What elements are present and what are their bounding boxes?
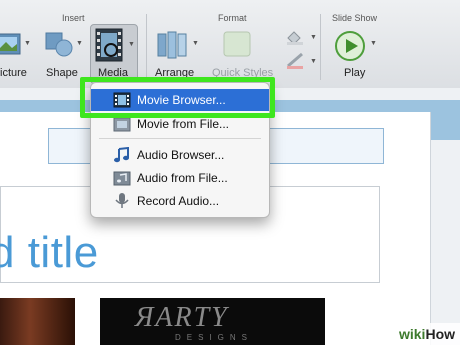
menu-item-audio-from-file[interactable]: Audio from File...	[91, 167, 269, 189]
chevron-down-icon[interactable]: ▼	[370, 40, 377, 47]
music-note-icon	[113, 146, 131, 163]
group-divider	[146, 14, 147, 80]
group-label-slide-show: Slide Show	[332, 13, 378, 23]
chevron-down-icon: ▼	[128, 41, 135, 48]
chevron-down-icon[interactable]: ▼	[310, 34, 317, 41]
chevron-down-icon[interactable]: ▼	[310, 58, 317, 65]
group-divider	[320, 14, 321, 80]
play-button[interactable]	[334, 30, 366, 62]
highlight-annotation	[80, 77, 275, 118]
shape-label: Shape	[46, 67, 78, 79]
movie-file-icon	[113, 116, 131, 132]
media-film-icon	[95, 28, 123, 62]
menu-item-record-audio[interactable]: Record Audio...	[91, 190, 269, 212]
picture-icon	[0, 33, 21, 55]
paint-bucket-icon	[287, 31, 303, 45]
chevron-down-icon[interactable]: ▼	[192, 40, 199, 47]
menu-item-label: Record Audio...	[137, 194, 220, 208]
arrange-icon	[157, 31, 187, 59]
logo-subtext: DESIGNS	[175, 333, 254, 342]
arrange-button[interactable]	[156, 30, 192, 60]
menu-item-label: Audio Browser...	[137, 148, 225, 162]
quick-styles-icon	[223, 31, 251, 57]
pen-icon	[287, 52, 303, 69]
picture-label: icture	[0, 67, 27, 79]
watermark-how: How	[425, 326, 456, 342]
shape-icon	[45, 32, 73, 57]
quick-styles-button[interactable]	[220, 28, 260, 60]
audio-file-icon	[113, 170, 131, 186]
microphone-icon	[113, 193, 131, 209]
fill-color-button[interactable]	[284, 28, 312, 46]
group-label-insert: Insert	[62, 13, 85, 23]
chevron-down-icon[interactable]: ▼	[24, 40, 31, 47]
play-icon	[335, 31, 365, 61]
group-label-format: Format	[218, 13, 247, 23]
slide-photo[interactable]	[0, 298, 75, 345]
menu-item-label: Movie from File...	[137, 117, 230, 131]
wikihow-watermark: wiki How	[394, 323, 460, 345]
line-color-button[interactable]	[284, 52, 312, 70]
ribbon-toolbar: Insert Format Slide Show ▼ icture ▼ Shap…	[0, 0, 460, 89]
menu-separator	[99, 138, 261, 139]
chevron-down-icon[interactable]: ▼	[76, 40, 83, 47]
menu-item-audio-browser[interactable]: Audio Browser...	[91, 144, 269, 166]
watermark-wiki: wiki	[398, 326, 426, 342]
menu-item-label: Audio from File...	[137, 171, 228, 185]
picture-button[interactable]	[0, 30, 22, 58]
logo-text: ЯARTY	[135, 302, 229, 333]
shape-button[interactable]	[44, 30, 74, 58]
slide-title-text[interactable]: d title	[0, 228, 99, 278]
play-label: Play	[344, 67, 366, 79]
